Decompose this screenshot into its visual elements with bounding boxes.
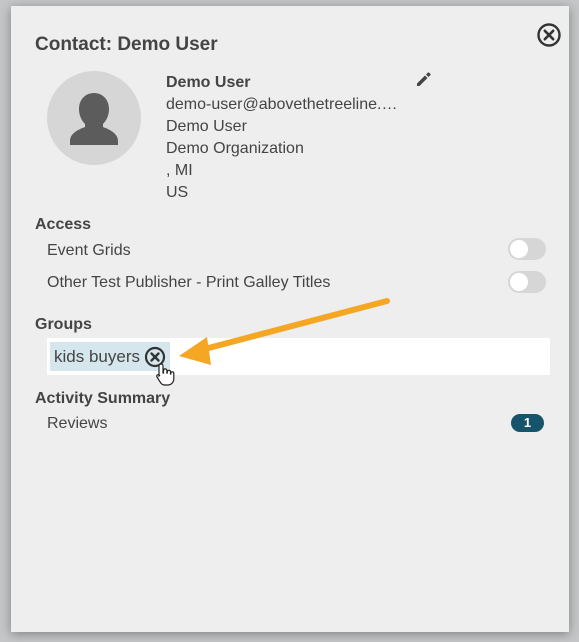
pencil-icon[interactable]	[415, 70, 433, 88]
activity-item-reviews: Reviews	[47, 415, 108, 432]
person-silhouette-icon	[70, 93, 118, 145]
print-galley-toggle[interactable]	[508, 271, 546, 293]
groups-title: Groups	[35, 316, 92, 333]
close-icon[interactable]	[536, 22, 562, 48]
avatar	[47, 71, 141, 165]
contact-location: , MI	[166, 162, 193, 179]
contact-email: demo-user@abovethetreeline.…	[166, 96, 398, 113]
group-tag-label: kids buyers	[54, 347, 140, 366]
contact-modal: Contact: Demo User Demo User demo-user@a…	[11, 6, 569, 632]
activity-title: Activity Summary	[35, 390, 171, 407]
contact-info: Demo User demo-user@abovethetreeline.… D…	[166, 72, 411, 204]
group-tag: kids buyers	[50, 342, 170, 371]
event-grids-toggle[interactable]	[508, 238, 546, 260]
reviews-count-badge: 1	[511, 414, 544, 432]
access-item-print-galley: Other Test Publisher - Print Galley Titl…	[47, 274, 331, 291]
groups-input[interactable]: kids buyers	[47, 338, 550, 375]
access-title: Access	[35, 216, 92, 233]
modal-title: Contact: Demo User	[35, 34, 218, 55]
contact-display-name: Demo User	[166, 118, 247, 135]
contact-organization: Demo Organization	[166, 140, 304, 157]
hand-cursor-icon	[156, 363, 175, 386]
contact-country: US	[166, 184, 189, 201]
contact-name: Demo User	[166, 74, 251, 91]
access-item-event-grids: Event Grids	[47, 242, 131, 259]
